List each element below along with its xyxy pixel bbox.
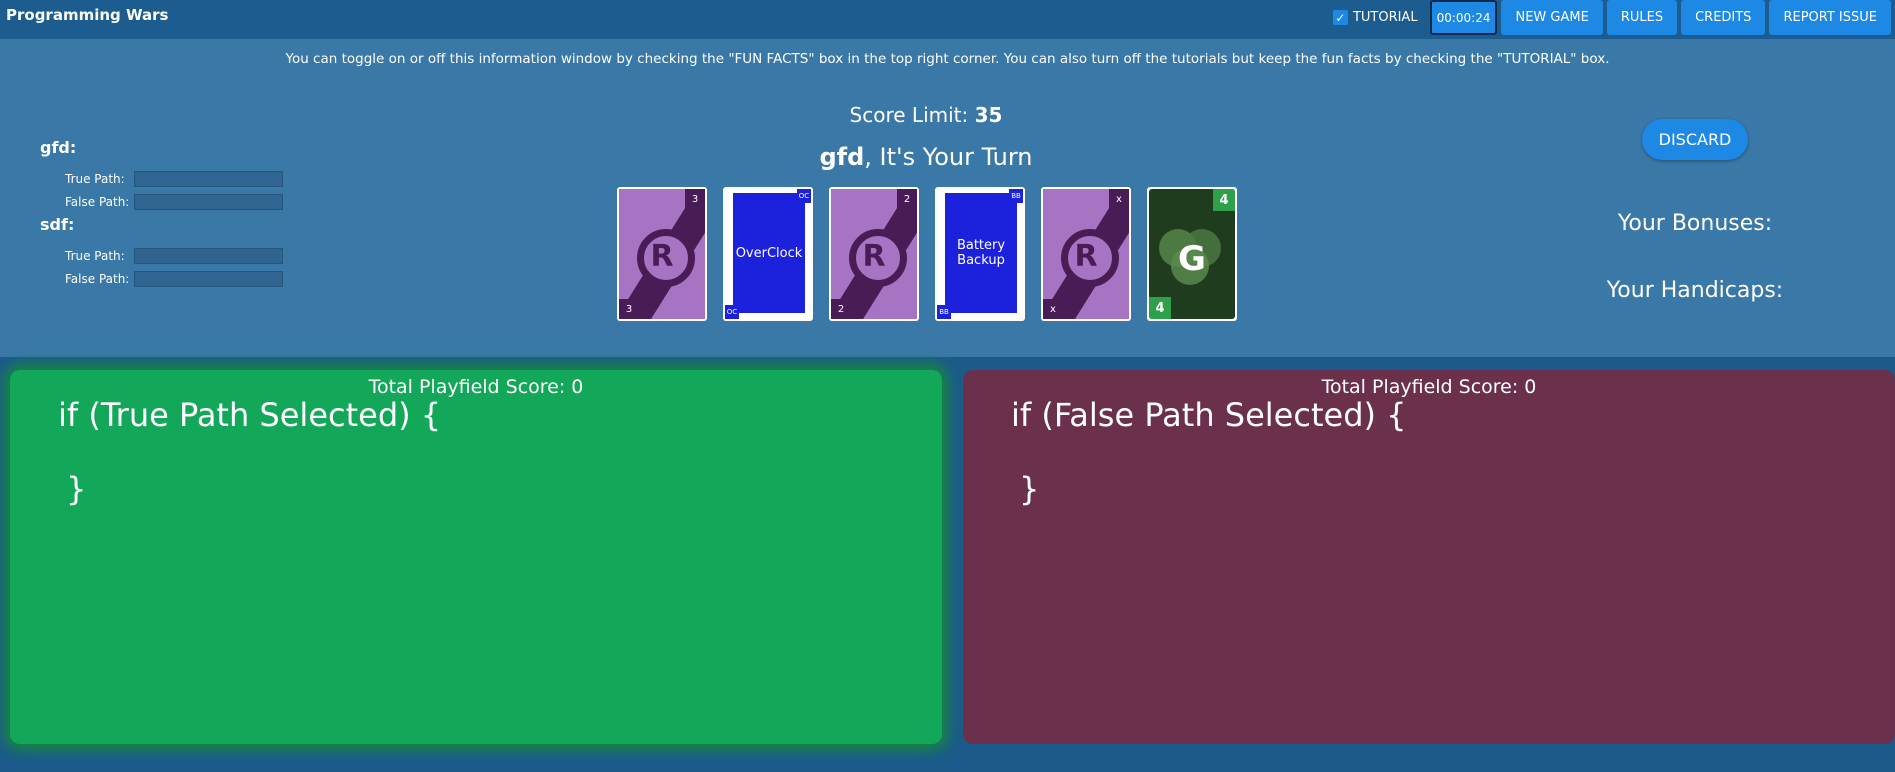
player-name: sdf: — [40, 215, 75, 234]
card-face: G 4 4 — [1149, 189, 1235, 319]
card-value: 3 — [685, 189, 705, 209]
player-hand: R 3 3 OverClock OC OC R 2 2 Battery Back… — [617, 187, 1237, 321]
false-path-row: False Path: — [65, 190, 283, 213]
turn-indicator: gfd, It's Your Turn — [0, 143, 1852, 171]
card-tag: BB — [937, 305, 951, 319]
false-path-bar — [134, 193, 283, 210]
card-reverse[interactable]: R 3 3 — [617, 187, 707, 321]
true-playfield[interactable]: Total Playfield Score: 0 if (True Path S… — [10, 370, 942, 744]
score-limit: Score Limit: 35 — [0, 103, 1852, 127]
card-letter: R — [862, 239, 886, 274]
checkbox-icon[interactable]: ✓ — [1332, 10, 1348, 25]
false-path-bar — [134, 270, 283, 287]
card-value: 3 — [619, 299, 639, 319]
new-game-button[interactable]: NEW GAME — [1501, 0, 1603, 35]
card-title: OverClock — [733, 193, 805, 313]
bonuses-label: Your Bonuses: — [1617, 211, 1773, 236]
card-face: Battery Backup BB BB — [937, 189, 1023, 319]
card-value: 2 — [897, 189, 917, 209]
card-value: 4 — [1213, 189, 1235, 211]
code-close: } — [66, 470, 87, 508]
false-path-row: False Path: — [65, 267, 283, 290]
player-block: sdf: True Path: False Path: — [40, 215, 283, 290]
playfield-score: Total Playfield Score: 0 — [1321, 376, 1537, 398]
card-face: OverClock OC OC — [725, 189, 811, 319]
card-letter: R — [1074, 239, 1098, 274]
card-value: x — [1109, 189, 1129, 209]
card-overclock[interactable]: OverClock OC OC — [723, 187, 813, 321]
card-letter: G — [1178, 239, 1206, 279]
info-message: You can toggle on or off this informatio… — [285, 51, 1610, 67]
code-open: if (True Path Selected) { — [58, 396, 442, 434]
card-face: R 2 2 — [831, 189, 917, 319]
true-path-label: True Path: — [65, 171, 125, 186]
card-reverse[interactable]: R 2 2 — [829, 187, 919, 321]
card-letter: R — [650, 239, 674, 274]
card-value: 4 — [1149, 297, 1171, 319]
card-tag: BB — [1009, 189, 1023, 203]
rules-button[interactable]: RULES — [1606, 0, 1678, 35]
card-title: Battery Backup — [945, 193, 1017, 313]
false-path-label: False Path: — [65, 194, 130, 209]
card-tag: OC — [725, 305, 739, 319]
card-face: R x x — [1043, 189, 1129, 319]
card-face: R 3 3 — [619, 189, 705, 319]
score-limit-value: 35 — [974, 103, 1003, 127]
false-path-label: False Path: — [65, 271, 130, 286]
code-close: } — [1019, 470, 1040, 508]
tutorial-label: TUTORIAL — [1352, 10, 1418, 25]
card-green[interactable]: G 4 4 — [1147, 187, 1237, 321]
true-path-bar — [134, 170, 283, 187]
true-path-label: True Path: — [65, 248, 125, 263]
report-issue-button[interactable]: REPORT ISSUE — [1769, 0, 1891, 35]
discard-button[interactable]: DISCARD — [1642, 119, 1748, 160]
playfield-score: Total Playfield Score: 0 — [368, 376, 584, 398]
app-title: Programming Wars — [6, 6, 169, 24]
true-path-bar — [134, 247, 283, 264]
card-reverse[interactable]: R x x — [1041, 187, 1131, 321]
card-value: 2 — [831, 299, 851, 319]
true-path-row: True Path: — [65, 244, 283, 267]
turn-player: gfd — [819, 143, 865, 171]
score-limit-label: Score Limit: — [849, 103, 975, 127]
code-open: if (False Path Selected) { — [1011, 396, 1407, 434]
card-battery-backup[interactable]: Battery Backup BB BB — [935, 187, 1025, 321]
handicaps-label: Your Handicaps: — [1606, 278, 1784, 303]
card-tag: OC — [797, 189, 811, 203]
false-playfield[interactable]: Total Playfield Score: 0 if (False Path … — [963, 370, 1895, 744]
turn-suffix: , It's Your Turn — [864, 143, 1033, 171]
card-value: x — [1043, 299, 1063, 319]
game-timer: 00:00:24 — [1429, 0, 1498, 35]
nav-bar: ✓ TUTORIAL 00:00:24 NEW GAME RULES CREDI… — [1332, 0, 1891, 35]
top-bar: Programming Wars ✓ TUTORIAL 00:00:24 NEW… — [0, 0, 1895, 39]
credits-button[interactable]: CREDITS — [1681, 0, 1766, 35]
tutorial-toggle[interactable]: ✓ TUTORIAL — [1332, 10, 1418, 25]
